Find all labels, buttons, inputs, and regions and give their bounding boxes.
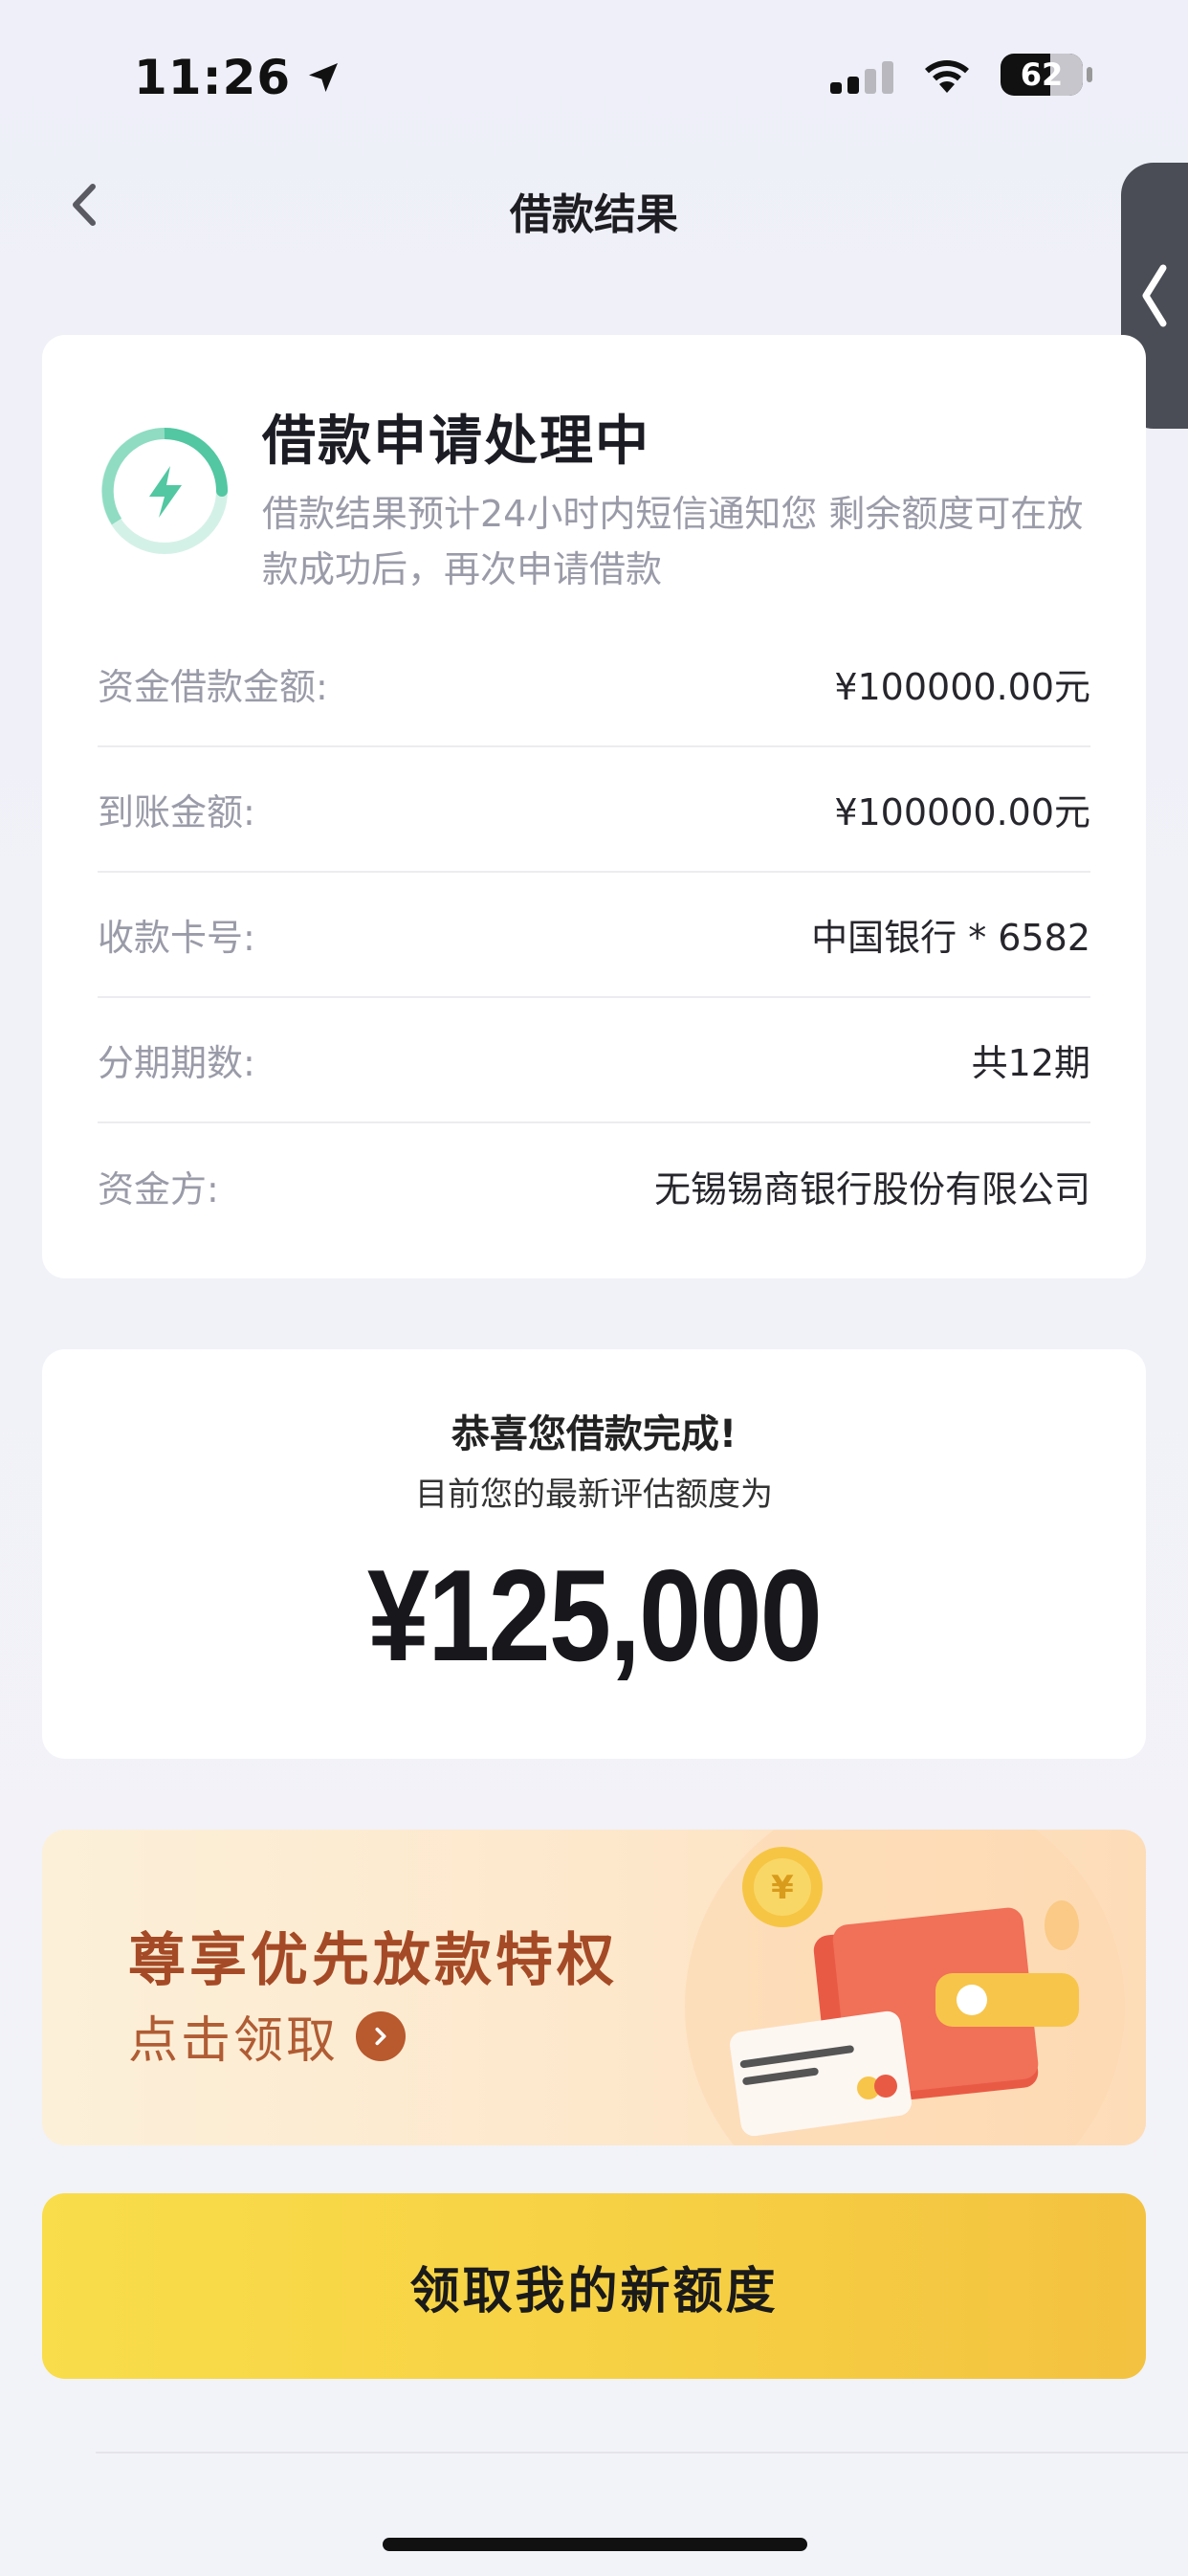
chevron-left-icon: [1142, 264, 1167, 327]
time-text: 11:26: [134, 50, 292, 105]
page-title: 借款结果: [510, 190, 678, 239]
detail-value: 无锡锡商银行股份有限公司: [653, 1168, 1090, 1210]
status-title: 借款申请处理中: [262, 411, 650, 473]
detail-row-loan-amount: 资金借款金额: ¥100000.00元: [98, 622, 1090, 747]
loan-status-card: 借款申请处理中 借款结果预计24小时内短信通知您 剩余额度可在放款成功后，再次申…: [42, 335, 1146, 1278]
home-indicator[interactable]: [383, 2538, 807, 2551]
battery-icon: 62: [1001, 54, 1092, 96]
wallet-illustration: ¥: [685, 1830, 1125, 2145]
detail-value: ¥100000.00元: [834, 791, 1090, 833]
new-credit-card: 恭喜您借款完成! 目前您的最新评估额度为 ¥125,000: [42, 1349, 1146, 1759]
banner-link-label: 点击领取: [128, 2012, 340, 2070]
wifi-icon: [925, 60, 969, 93]
status-bar-time: 11:26: [134, 50, 342, 105]
detail-row-card-number: 收款卡号: 中国银行 * 6582: [98, 873, 1090, 998]
battery-level: 62: [1020, 56, 1064, 93]
banner-title: 尊享优先放款特权: [128, 1927, 618, 1994]
processing-lightning-icon: [101, 428, 228, 554]
detail-label: 分期期数:: [98, 1042, 255, 1084]
chevron-right-circle-icon: [356, 2010, 407, 2061]
detail-label: 资金借款金额:: [98, 666, 328, 708]
detail-row-installments: 分期期数: 共12期: [98, 998, 1090, 1123]
priority-disbursement-banner[interactable]: 尊享优先放款特权 点击领取 ¥: [42, 1830, 1146, 2145]
detail-row-lender: 资金方: 无锡锡商银行股份有限公司: [98, 1123, 1090, 1249]
congrats-text: 恭喜您借款完成!: [451, 1412, 737, 1456]
claim-new-credit-button[interactable]: 领取我的新额度: [42, 2193, 1146, 2379]
detail-label: 收款卡号:: [98, 917, 255, 959]
status-bar-indicators: 62: [830, 54, 1092, 96]
svg-text:¥: ¥: [771, 1869, 794, 1907]
cellular-signal-icon: [830, 56, 893, 94]
divider: [96, 2452, 1188, 2454]
banner-claim-link[interactable]: 点击领取: [128, 2000, 407, 2072]
credit-subtitle: 目前您的最新评估额度为: [415, 1476, 773, 1514]
loan-detail-list: 资金借款金额: ¥100000.00元 到账金额: ¥100000.00元 收款…: [98, 622, 1090, 1249]
detail-value: ¥100000.00元: [834, 666, 1090, 708]
credit-amount: ¥125,000: [366, 1543, 823, 1688]
detail-label: 资金方:: [98, 1168, 219, 1210]
status-description: 借款结果预计24小时内短信通知您 剩余额度可在放款成功后，再次申请借款: [262, 493, 1084, 590]
location-arrow-icon: [309, 63, 339, 92]
detail-label: 到账金额:: [98, 791, 255, 833]
detail-value: 中国银行 * 6582: [811, 917, 1090, 959]
detail-value: 共12期: [971, 1042, 1090, 1084]
detail-row-received-amount: 到账金额: ¥100000.00元: [98, 747, 1090, 873]
